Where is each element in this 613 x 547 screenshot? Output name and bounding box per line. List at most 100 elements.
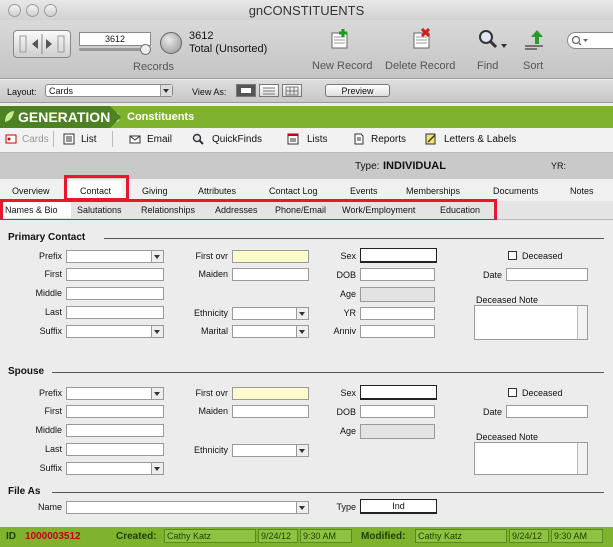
tab-documents[interactable]: Documents	[493, 186, 539, 196]
records-label: Records	[133, 61, 174, 73]
nav-lists[interactable]: Lists	[307, 134, 328, 145]
spouse-prefix-label: Prefix	[38, 388, 62, 398]
note-scrollbar[interactable]	[577, 443, 587, 474]
spouse-first-name-field[interactable]	[66, 405, 164, 418]
yr-field[interactable]	[360, 307, 435, 320]
new-record-label[interactable]: New Record	[312, 60, 373, 72]
search-input[interactable]	[567, 32, 613, 49]
created-by: Cathy Katz	[164, 529, 256, 543]
deceased-note-label: Deceased Note	[476, 295, 539, 305]
deceased-date-label: Date	[482, 270, 502, 280]
deceased-date-field[interactable]	[506, 268, 588, 281]
magnifier-icon	[479, 30, 498, 49]
record-slider-track[interactable]	[79, 48, 149, 51]
nav-quickfinds[interactable]: QuickFinds	[212, 134, 262, 145]
chevron-down-icon	[151, 251, 163, 262]
sex-field[interactable]	[360, 248, 437, 263]
middle-name-field[interactable]	[66, 287, 164, 300]
file-as-name-label: Name	[37, 502, 62, 512]
spouse-first-override-label: First ovr	[195, 388, 229, 398]
sort-button[interactable]	[523, 28, 545, 52]
tab-memberships[interactable]: Memberships	[406, 186, 460, 196]
anniversary-field[interactable]	[360, 325, 435, 338]
new-record-button[interactable]	[329, 28, 351, 52]
find-label[interactable]: Find	[477, 60, 498, 72]
tab-attributes[interactable]: Attributes	[198, 186, 236, 196]
section-rule	[52, 492, 604, 493]
form-view-icon	[241, 88, 251, 93]
spouse-deceased-note-field[interactable]	[474, 442, 588, 475]
spouse-prefix-select[interactable]	[66, 387, 164, 400]
type-value: INDIVIDUAL	[383, 160, 446, 172]
spouse-ethnicity-select[interactable]	[232, 444, 309, 457]
delete-record-label[interactable]: Delete Record	[385, 60, 455, 72]
list-view-icon	[263, 87, 275, 95]
spouse-sex-field[interactable]	[360, 385, 437, 400]
tab-giving[interactable]: Giving	[142, 186, 168, 196]
view-as-table-button[interactable]	[282, 84, 302, 97]
modified-time: 9:30 AM	[551, 529, 603, 543]
file-as-name-select[interactable]	[66, 501, 309, 514]
layout-select[interactable]: Cards	[45, 84, 173, 97]
sort-label[interactable]: Sort	[523, 60, 543, 72]
spouse-heading: Spouse	[8, 366, 45, 377]
nav-cards[interactable]: Cards	[22, 134, 49, 145]
contact-form	[0, 220, 613, 526]
record-slider-knob[interactable]	[140, 44, 151, 55]
first-name-field[interactable]	[66, 268, 164, 281]
record-navigator-book[interactable]	[13, 30, 71, 58]
header-arrow	[110, 106, 121, 128]
chevron-down-icon	[296, 445, 308, 456]
preview-button[interactable]: Preview	[325, 84, 390, 97]
anniversary-label: Anniv	[333, 326, 356, 336]
find-button[interactable]	[477, 28, 499, 52]
view-as-list-button[interactable]	[259, 84, 279, 97]
first-override-field[interactable]	[232, 250, 309, 263]
deceased-checkbox[interactable]	[508, 251, 517, 260]
spouse-first-override-field[interactable]	[232, 387, 309, 400]
nav-reports[interactable]: Reports	[371, 134, 406, 145]
note-scrollbar[interactable]	[577, 306, 587, 339]
spouse-middle-name-field[interactable]	[66, 424, 164, 437]
lists-icon	[287, 133, 299, 145]
deceased-label: Deceased	[522, 251, 563, 261]
tab-events[interactable]: Events	[350, 186, 378, 196]
spouse-deceased-date-field[interactable]	[506, 405, 588, 418]
spouse-maiden-name-field[interactable]	[232, 405, 309, 418]
spouse-last-name-field[interactable]	[66, 443, 164, 456]
dob-field[interactable]	[360, 268, 435, 281]
deceased-note-field[interactable]	[474, 305, 588, 340]
created-time: 9:30 AM	[300, 529, 352, 543]
last-name-field[interactable]	[66, 306, 164, 319]
delete-record-button[interactable]	[411, 27, 433, 52]
spouse-deceased-checkbox[interactable]	[508, 388, 517, 397]
spouse-suffix-select[interactable]	[66, 462, 164, 475]
tab-contact-log[interactable]: Contact Log	[269, 186, 318, 196]
modified-by: Cathy Katz	[415, 529, 507, 543]
nav-list[interactable]: List	[81, 134, 97, 145]
spouse-age-label: Age	[339, 426, 356, 436]
brand-name: GENERATIONS	[18, 109, 120, 125]
maiden-name-field[interactable]	[232, 268, 309, 281]
spouse-maiden-label: Maiden	[198, 406, 228, 416]
layout-select-value: Cards	[49, 86, 74, 96]
marital-select[interactable]	[232, 325, 309, 338]
ethnicity-select[interactable]	[232, 307, 309, 320]
layout-label: Layout:	[7, 87, 37, 97]
current-record-field[interactable]: 3612	[79, 32, 151, 46]
spouse-dob-field[interactable]	[360, 405, 435, 418]
tab-overview[interactable]: Overview	[12, 186, 50, 196]
spouse-last-label: Last	[44, 444, 62, 454]
spouse-deceased-note-label: Deceased Note	[476, 432, 539, 442]
suffix-select[interactable]	[66, 325, 164, 338]
nav-letters-labels[interactable]: Letters & Labels	[444, 134, 516, 145]
modified-date: 9/24/12	[509, 529, 549, 543]
marital-label: Marital	[200, 326, 228, 336]
find-dropdown-arrow-icon[interactable]	[501, 44, 507, 48]
file-as-type-field[interactable]: Ind	[360, 499, 437, 514]
view-as-form-button[interactable]	[236, 84, 256, 97]
tab-notes[interactable]: Notes	[570, 186, 594, 196]
prefix-select[interactable]	[66, 250, 164, 263]
search-icon	[571, 35, 588, 46]
nav-email[interactable]: Email	[147, 134, 172, 145]
